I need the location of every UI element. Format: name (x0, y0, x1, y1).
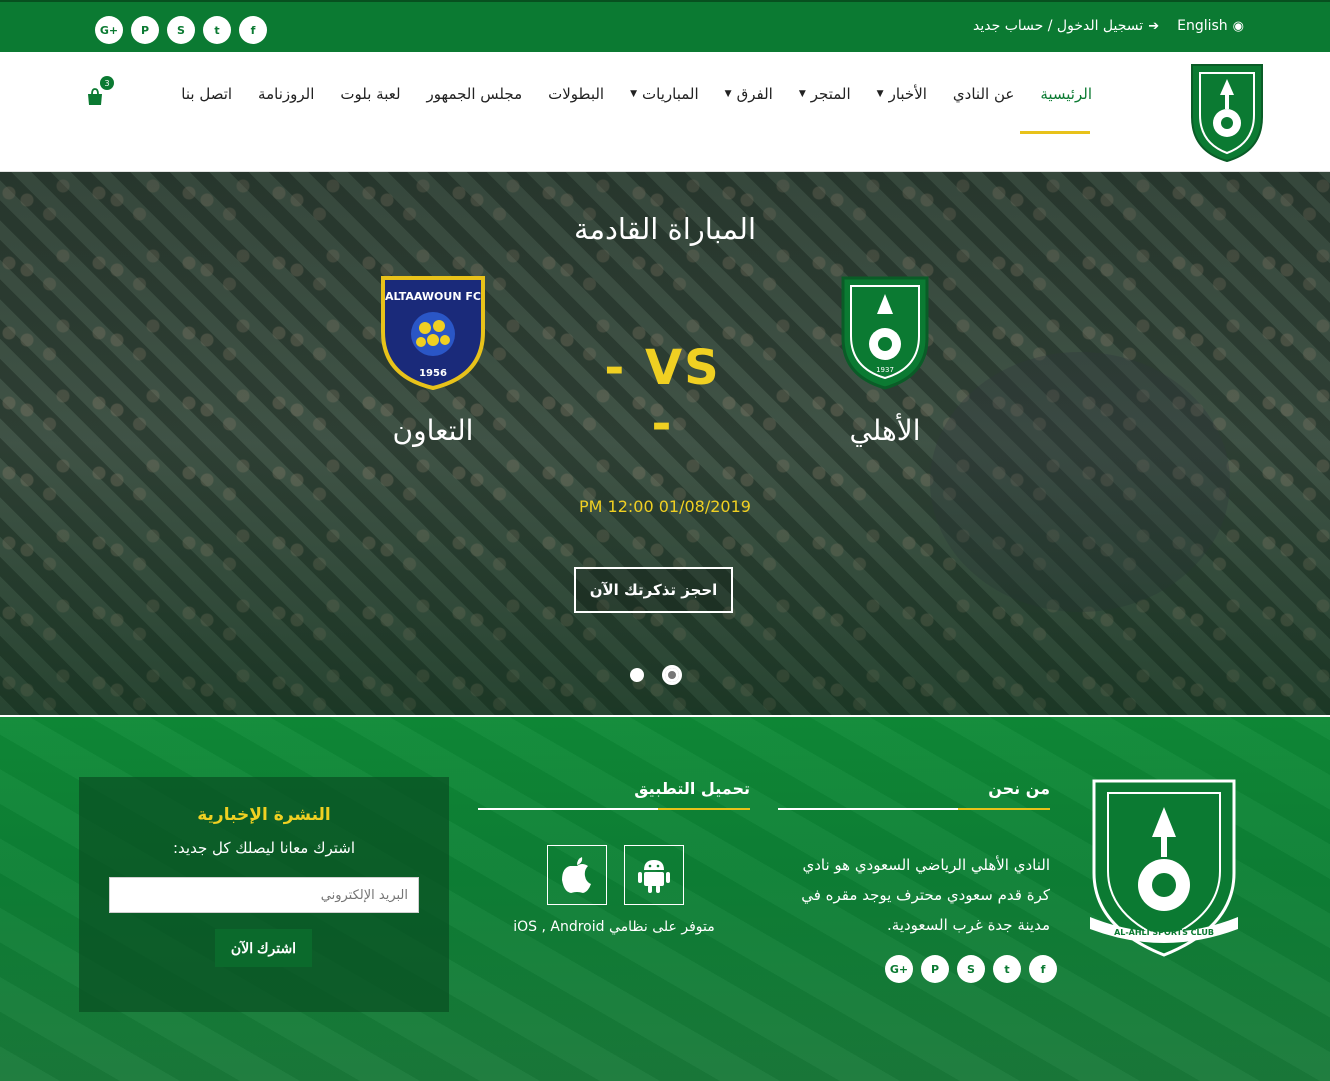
android-icon (638, 860, 670, 893)
nav-item-contact[interactable]: اتصل بنا (181, 80, 232, 108)
facebook-icon[interactable]: f (1029, 955, 1057, 983)
globe-icon: ◉ (1232, 18, 1244, 34)
nav-label: المتجر (810, 85, 851, 103)
nav-item-teams[interactable]: الفرق ▼ (725, 80, 773, 108)
nav-item-store[interactable]: المتجر ▼ (799, 80, 851, 108)
caret-down-icon: ▼ (798, 89, 806, 99)
slider-dots (630, 665, 682, 685)
nav-label: لعبة بلوت (340, 85, 401, 103)
newsletter-title: النشرة الإخبارية (197, 805, 331, 825)
twitter-icon[interactable]: t (203, 16, 231, 44)
newsletter-box: النشرة الإخبارية اشترك معانا ليصلك كل جد… (79, 777, 449, 1012)
next-match-slider: المباراة القادمة 1937 الأهلي - VS - ALTA… (0, 172, 1330, 715)
nav-item-championships[interactable]: البطولات (548, 80, 604, 108)
top-account-links: ◉ English ➔ تسجيل الدخول / حساب جديد (973, 18, 1244, 34)
login-link[interactable]: ➔ تسجيل الدخول / حساب جديد (973, 18, 1159, 34)
twitter-icon[interactable]: t (993, 955, 1021, 983)
app-divider (478, 808, 750, 810)
about-title: من نحن (988, 779, 1050, 798)
cart-count-badge: 3 (100, 76, 114, 90)
nav-label: المباريات (642, 85, 699, 103)
nav-label: مجلس الجمهور (426, 85, 523, 103)
language-label: English (1177, 18, 1228, 34)
login-label: تسجيل الدخول / حساب جديد (973, 18, 1144, 34)
main-navbar: الرئيسية عن النادي الأخبار ▼ المتجر ▼ الفر… (0, 52, 1330, 172)
nav-item-about[interactable]: عن النادي (953, 80, 1014, 108)
android-store-button[interactable] (624, 845, 684, 905)
next-match-title: المباراة القادمة (573, 212, 757, 246)
pinterest-icon[interactable]: P (921, 955, 949, 983)
top-bar: G+ P S t f ◉ English ➔ تسجيل الدخول / حس… (0, 0, 1330, 52)
footer: AL-AHLI SPORTS CLUB من نحن النادي الأهلي… (0, 715, 1330, 1081)
newsletter-subtitle: اشترك معانا ليصلك كل جديد: (172, 839, 356, 857)
subscribe-button[interactable]: اشترك الآن (215, 929, 312, 967)
pinterest-icon[interactable]: P (131, 16, 159, 44)
caret-down-icon: ▼ (630, 89, 638, 99)
away-team: ALTAAWOUN FC 1956 التعاون (333, 272, 533, 447)
about-text: النادي الأهلي الرياضي السعودي هو نادي كر… (801, 856, 1050, 934)
sign-in-icon: ➔ (1148, 18, 1160, 34)
book-ticket-button[interactable]: احجز تذكرتك الآن (574, 567, 733, 613)
away-logo-year: 1956 (419, 368, 447, 379)
platforms-note: متوفر على نظامي iOS , Android (513, 919, 715, 935)
home-team: 1937 الأهلي (785, 272, 985, 447)
match-date: PM 12:00 01/08/2019 (579, 497, 751, 516)
home-team-name: الأهلي (849, 414, 921, 447)
google-plus-icon[interactable]: G+ (95, 16, 123, 44)
nav-label: الفرق (736, 85, 773, 103)
nav-item-home[interactable]: الرئيسية (1040, 80, 1092, 108)
about-section: من نحن النادي الأهلي الرياضي السعودي هو … (778, 779, 1050, 940)
nav-label: الروزنامة (258, 85, 315, 103)
nav-label: الأخبار (888, 85, 927, 103)
caret-down-icon: ▼ (876, 89, 884, 99)
about-divider (778, 808, 1050, 810)
club-logo[interactable] (1188, 61, 1266, 165)
footer-logo-text: AL-AHLI SPORTS CLUB (1114, 928, 1214, 937)
shopping-bag-icon (88, 88, 102, 105)
nav-item-news[interactable]: الأخبار ▼ (877, 80, 927, 108)
away-team-logo: ALTAAWOUN FC 1956 (381, 276, 485, 391)
nav-item-calendar[interactable]: الروزنامة (258, 80, 314, 108)
slider-dot-2[interactable] (662, 665, 682, 685)
cart-button[interactable]: 3 (86, 76, 114, 108)
google-plus-icon[interactable]: G+ (885, 955, 913, 983)
apple-icon (562, 857, 591, 893)
nav-label: عن النادي (952, 85, 1015, 103)
top-social-links: G+ P S t f (95, 16, 267, 44)
app-title: تحميل التطبيق (634, 779, 750, 798)
slider-dot-1[interactable] (630, 668, 644, 682)
apple-store-button[interactable] (547, 845, 607, 905)
nav-label: البطولات (548, 85, 605, 103)
away-logo-text: ALTAAWOUN FC (385, 290, 481, 303)
footer-social-links: G+ P S t f (885, 955, 1057, 983)
nav-menu: الرئيسية عن النادي الأخبار ▼ المتجر ▼ الفر… (181, 80, 1092, 108)
language-switch[interactable]: ◉ English (1177, 18, 1244, 34)
home-logo-year: 1937 (876, 366, 894, 374)
caret-down-icon: ▼ (724, 89, 732, 99)
skype-icon[interactable]: S (167, 16, 195, 44)
footer-club-logo: AL-AHLI SPORTS CLUB (1090, 779, 1238, 957)
active-nav-indicator (1020, 131, 1090, 134)
app-download-section: تحميل التطبيق متوفر على نظامي iOS , Andr… (478, 779, 750, 935)
skype-icon[interactable]: S (957, 955, 985, 983)
away-team-name: التعاون (392, 414, 474, 447)
nav-item-fans-council[interactable]: مجلس الجمهور (427, 80, 523, 108)
app-store-links (547, 845, 684, 905)
home-team-logo: 1937 (841, 276, 929, 390)
nav-label: الرئيسية (1040, 85, 1092, 103)
versus-label: - VS - (604, 340, 721, 452)
nav-item-matches[interactable]: المباريات ▼ (630, 80, 699, 108)
nav-item-baloot-game[interactable]: لعبة بلوت (340, 80, 400, 108)
email-input[interactable] (109, 877, 419, 913)
nav-label: اتصل بنا (181, 85, 233, 103)
facebook-icon[interactable]: f (239, 16, 267, 44)
